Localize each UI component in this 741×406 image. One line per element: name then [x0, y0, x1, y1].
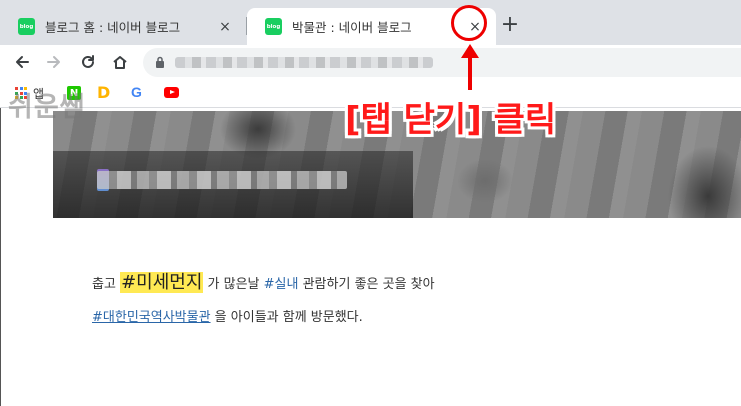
content-left-border: [0, 108, 1, 406]
naver-blog-favicon-icon: blog: [265, 18, 282, 35]
naver-blog-favicon-icon: blog: [18, 18, 35, 35]
highlight-circle: [451, 5, 487, 41]
forward-arrow-icon: [47, 56, 60, 68]
post-text-line-1: 춥고 #미세먼지 가 많은날 #실내 관람하기 좋은 곳을 찾아: [92, 268, 435, 294]
forward-button[interactable]: [42, 50, 66, 74]
google-bookmark-icon[interactable]: G: [131, 84, 142, 100]
page-content: 춥고 #미세먼지 가 많은날 #실내 관람하기 좋은 곳을 찾아 #대한민국역사…: [0, 108, 741, 406]
reload-button[interactable]: [76, 50, 100, 74]
url-text-blurred: [175, 57, 433, 68]
back-button[interactable]: [10, 50, 34, 74]
back-arrow-icon: [16, 56, 29, 68]
tab-strip: blog 블로그 홈 : 네이버 블로그 × blog 박물관 : 네이버 블로…: [0, 0, 741, 45]
home-button[interactable]: [108, 50, 132, 74]
tab-title: 블로그 홈 : 네이버 블로그: [45, 20, 181, 35]
new-tab-button[interactable]: +: [498, 14, 522, 38]
annotation-arrow-shaft: [468, 56, 472, 90]
post-text: 관람하기 좋은 곳을 찾아: [298, 277, 435, 292]
lock-icon: [156, 56, 164, 68]
address-bar[interactable]: [143, 48, 741, 77]
blog-title-blurred: [97, 171, 347, 189]
hashtag-link[interactable]: #실내: [264, 277, 299, 292]
post-text-line-2: #대한민국역사박물관 을 아이들과 함께 방문했다.: [92, 306, 363, 325]
hashtag-link[interactable]: #대한민국역사박물관: [92, 310, 211, 325]
tab-close-icon[interactable]: ×: [216, 18, 234, 36]
post-text: 을 아이들과 함께 방문했다.: [210, 310, 363, 325]
annotation-callout: [탭 닫기] 클릭: [345, 100, 557, 140]
reload-icon: [82, 55, 94, 68]
hashtag-highlight[interactable]: #미세먼지: [120, 272, 204, 293]
home-icon: [113, 56, 127, 69]
browser-toolbar: [0, 45, 741, 79]
post-text: 가 많은날: [203, 277, 264, 292]
daum-bookmark-icon[interactable]: D: [97, 83, 110, 102]
watermark: 쉬운쌤: [8, 92, 86, 123]
post-text: 춥고: [92, 277, 121, 292]
tab-blog-home[interactable]: blog 블로그 홈 : 네이버 블로그 ×: [0, 8, 246, 45]
youtube-bookmark-icon[interactable]: [164, 87, 179, 98]
tab-title: 박물관 : 네이버 블로그: [292, 20, 412, 35]
